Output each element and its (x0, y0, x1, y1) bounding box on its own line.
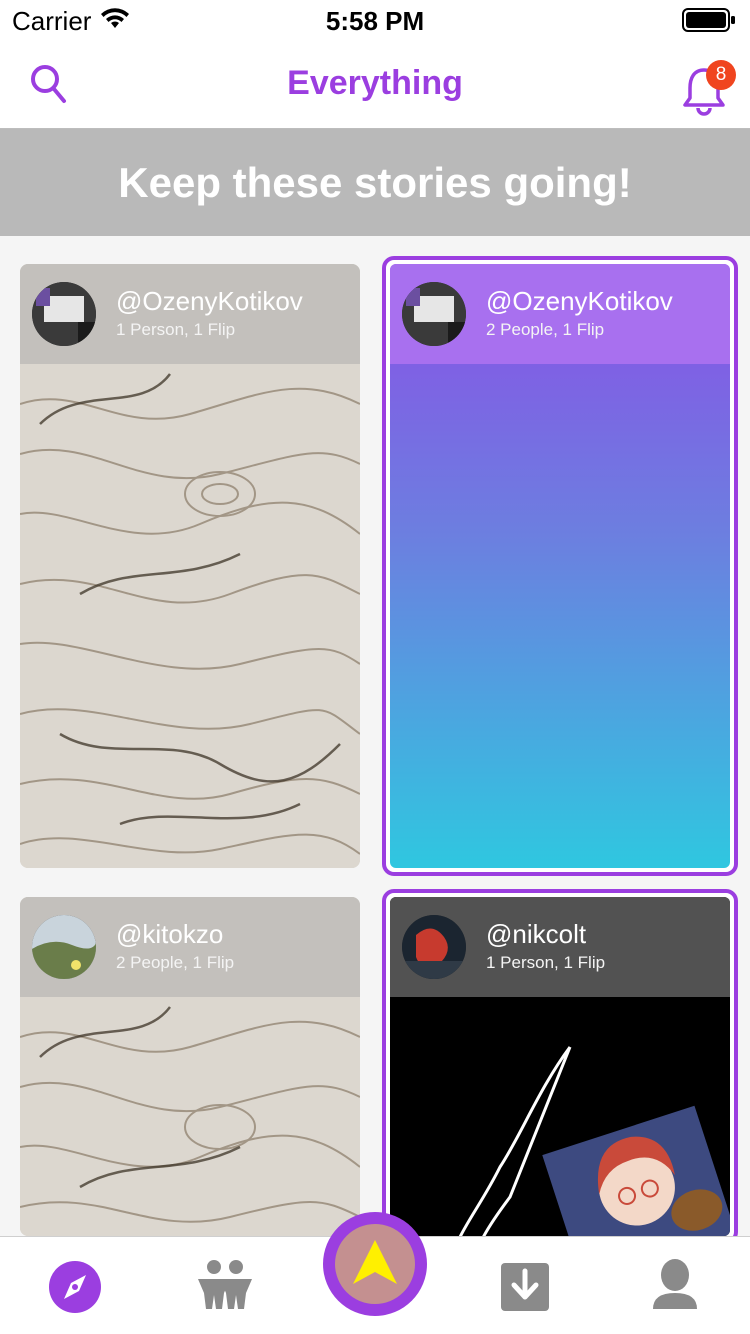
nav-bar: Everything 8 (0, 40, 750, 129)
status-bar: Carrier 5:58 PM (0, 0, 750, 40)
create-button-inner (335, 1224, 415, 1304)
card-username[interactable]: @OzenyKotikov (486, 286, 673, 317)
story-card[interactable]: @kitokzo 2 People, 1 Flip (20, 897, 360, 1236)
battery-icon (682, 8, 735, 32)
card-header: @nikcolt 1 Person, 1 Flip (390, 897, 730, 997)
avatar (32, 282, 96, 346)
story-card[interactable]: @OzenyKotikov 1 Person, 1 Flip (20, 264, 360, 868)
tab-download[interactable] (480, 1237, 570, 1334)
page-title: Everything (287, 64, 463, 102)
create-arrow-icon (353, 1240, 397, 1284)
story-card-selected[interactable]: @nikcolt 1 Person, 1 Flip (382, 889, 738, 1244)
notifications-button[interactable]: 8 (682, 60, 738, 116)
story-card-selected[interactable]: @OzenyKotikov 2 People, 1 Flip (382, 256, 738, 876)
card-username[interactable]: @OzenyKotikov (116, 286, 303, 317)
profile-icon (653, 1259, 697, 1309)
avatar (402, 282, 466, 346)
card-username[interactable]: @kitokzo (116, 919, 223, 950)
card-meta: 2 People, 1 Flip (116, 953, 235, 972)
tab-explore[interactable] (30, 1237, 120, 1334)
tab-people[interactable] (180, 1237, 270, 1334)
avatar (32, 915, 96, 979)
download-icon (501, 1263, 549, 1311)
card-username[interactable]: @nikcolt (486, 919, 586, 950)
card-meta: 1 Person, 1 Flip (116, 320, 236, 339)
card-header: @OzenyKotikov 1 Person, 1 Flip (20, 264, 360, 364)
people-icon (198, 1260, 252, 1309)
card-content: @nikcolt 1 Person, 1 Flip (390, 897, 730, 1236)
card-content: @kitokzo 2 People, 1 Flip (20, 897, 360, 1236)
card-header: @kitokzo 2 People, 1 Flip (20, 897, 360, 997)
explore-icon (49, 1261, 101, 1313)
create-button[interactable] (323, 1212, 427, 1316)
tab-profile[interactable] (630, 1237, 720, 1334)
avatar (402, 915, 466, 979)
card-content: @OzenyKotikov 1 Person, 1 Flip (20, 264, 360, 868)
clock-time: 5:58 PM (325, 6, 425, 36)
card-meta: 1 Person, 1 Flip (486, 953, 606, 972)
notification-badge: 8 (706, 60, 736, 90)
card-meta: 2 People, 1 Flip (486, 320, 605, 339)
stories-banner: Keep these stories going! (0, 129, 750, 236)
card-content: @OzenyKotikov 2 People, 1 Flip (390, 264, 730, 868)
card-header: @OzenyKotikov 2 People, 1 Flip (390, 264, 730, 364)
